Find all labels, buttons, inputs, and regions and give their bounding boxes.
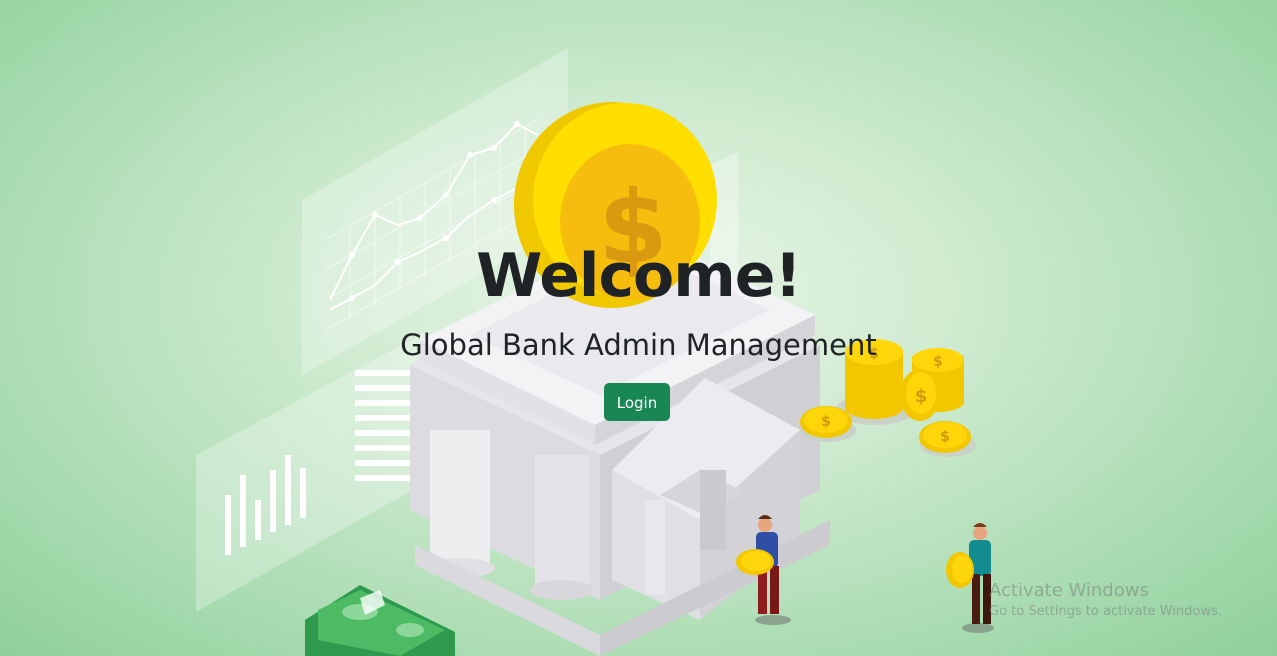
svg-text:$: $ [940, 429, 950, 445]
coin-stacks: $ $ $ $ $ [800, 339, 976, 457]
cash-stack-icon [305, 585, 455, 656]
bar-chart-panel [196, 330, 430, 612]
svg-text:$: $ [821, 414, 831, 430]
svg-text:$: $ [933, 354, 943, 370]
login-button[interactable]: Login [604, 383, 670, 421]
svg-text:$: $ [869, 346, 879, 362]
person-icon [946, 523, 994, 633]
activate-windows-watermark: Activate Windows Go to Settings to activ… [989, 579, 1222, 621]
svg-text:$: $ [915, 386, 928, 407]
bank-illustration: $ $ $ $ $ $ [196, 48, 994, 656]
watermark-title: Activate Windows [989, 580, 1149, 601]
svg-text:$: $ [598, 169, 668, 286]
welcome-page: $ $ $ $ $ $ Welcome! Global Bank Admin M… [0, 0, 1277, 656]
watermark-subtitle: Go to Settings to activate Windows. [989, 604, 1222, 619]
